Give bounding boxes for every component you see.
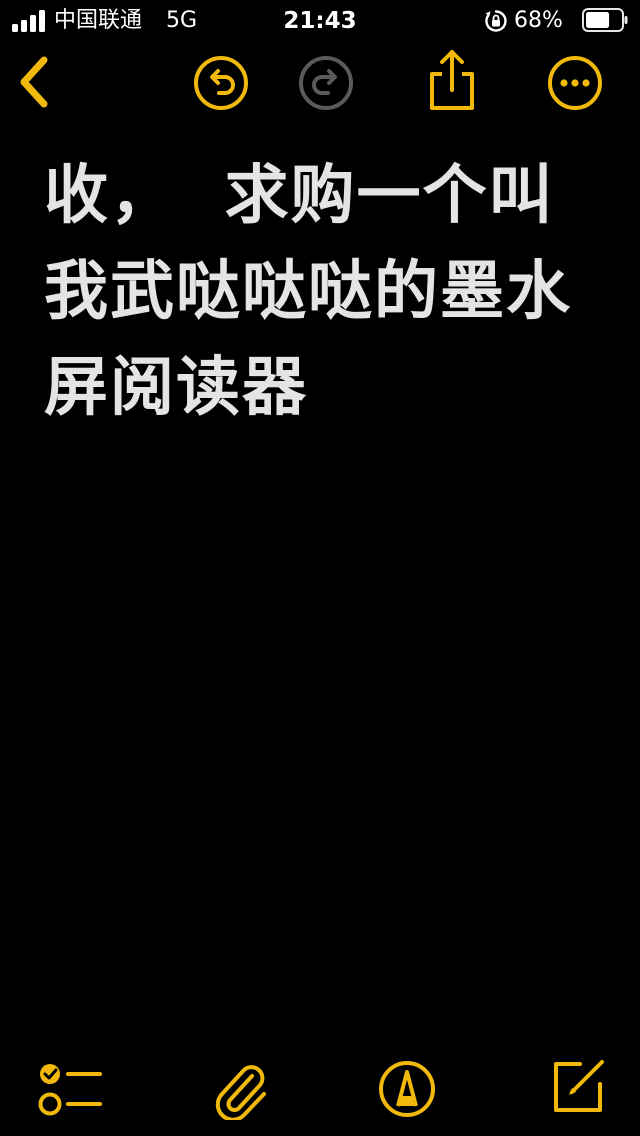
paperclip-icon (215, 1065, 266, 1120)
note-toolbar (0, 48, 640, 118)
attach-button[interactable] (212, 1058, 272, 1120)
compose-button[interactable] (546, 1054, 610, 1118)
ellipsis-circle-icon (548, 56, 602, 110)
checklist-icon (38, 1064, 102, 1116)
battery-icon (582, 8, 628, 32)
bottom-toolbar (0, 1050, 640, 1130)
note-text[interactable]: 收， 求购一个叫我武哒哒哒的墨水屏阅读器 (44, 148, 604, 436)
battery-percentage: 68% (514, 8, 563, 33)
share-button[interactable] (424, 48, 480, 112)
compose-icon (554, 1060, 604, 1112)
status-bar: 中国联通 5G 21:43 68% (0, 0, 640, 40)
undo-button[interactable] (192, 54, 250, 112)
chevron-left-icon (20, 56, 48, 108)
checklist-button[interactable] (36, 1058, 104, 1120)
redo-button[interactable] (297, 54, 355, 112)
back-button[interactable] (14, 54, 54, 110)
undo-icon (194, 56, 248, 110)
share-icon (430, 50, 474, 110)
markup-pen-icon (379, 1061, 435, 1117)
orientation-lock-icon (485, 10, 507, 32)
markup-button[interactable] (376, 1058, 438, 1120)
redo-icon (299, 56, 353, 110)
more-button[interactable] (546, 54, 604, 112)
